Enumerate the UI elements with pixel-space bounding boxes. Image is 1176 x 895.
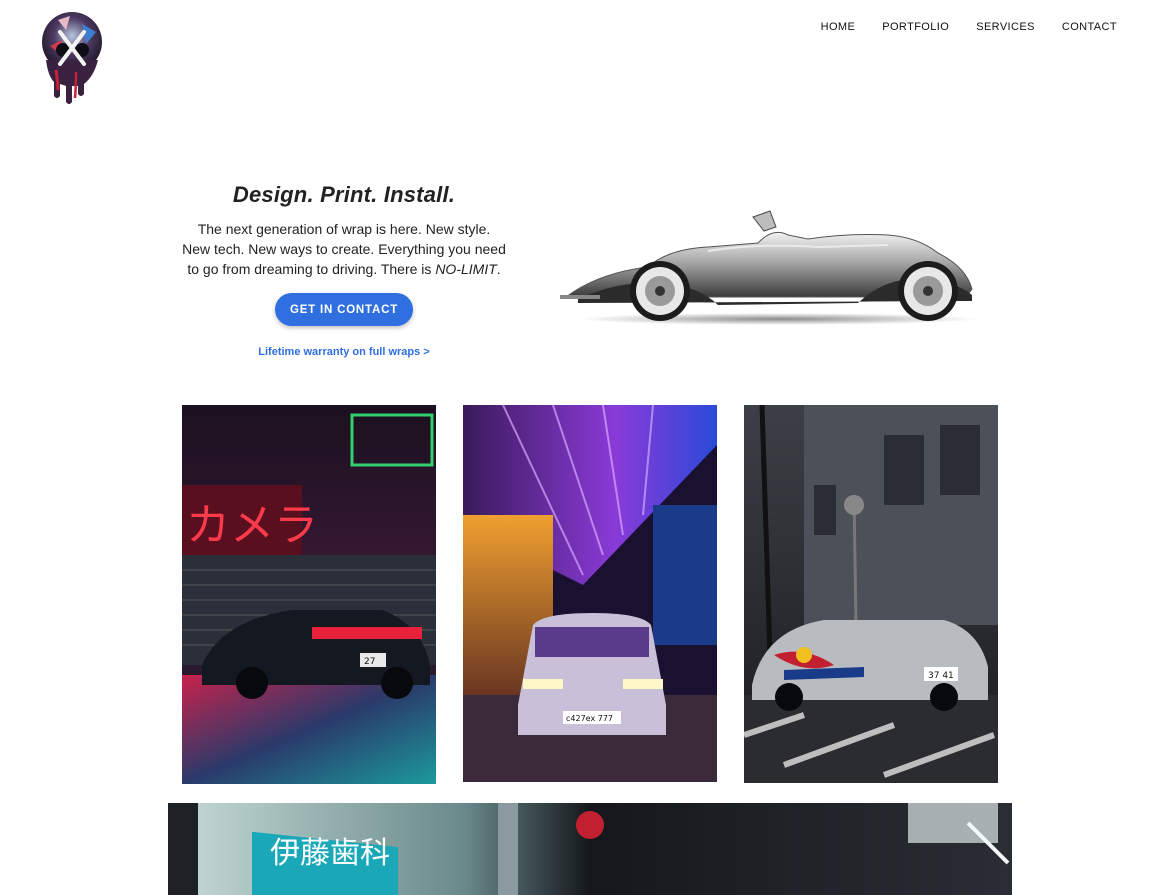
hero-body-line2: New tech. New ways to create. Everything… [182,241,506,257]
gallery-photo-livery-car[interactable]: 37 41 [744,405,998,783]
neon-sign-text: カメラ [186,500,318,551]
nav-portfolio-link[interactable]: PORTFOLIO [882,21,949,33]
hero-body-line3-prefix: to go from dreaming to driving. There is [187,261,436,277]
get-in-contact-button[interactable]: GET IN CONTACT [274,293,414,326]
nav-contact-link[interactable]: CONTACT [1062,21,1117,33]
warranty-link[interactable]: Lifetime warranty on full wraps > [176,346,512,358]
car-plate-2: c427ex 777 [566,714,613,723]
hero-description: The next generation of wrap is here. New… [176,219,512,279]
brand-logo[interactable] [38,10,106,108]
car-plate-3: 37 41 [928,671,954,681]
hero-section: Design. Print. Install. The next generat… [176,182,512,358]
bottom-banner-image: 伊藤歯科 [168,803,1012,895]
hero-body-line3-suffix: . [496,261,501,277]
nav-home-link[interactable]: HOME [821,21,856,33]
nav-services-link[interactable]: SERVICES [976,21,1035,33]
hero-title: Design. Print. Install. [232,182,456,207]
car-plate-1: 27 [364,657,375,667]
hero-car-image [558,205,978,330]
banner-sign-text: 伊藤歯科 [270,836,390,871]
hero-body-emphasis: NO-LIMIT [435,261,497,277]
gallery-photo-underpass[interactable]: c427ex 777 [463,405,717,782]
gallery-photo-neon-street[interactable]: カメラ 27 [182,405,436,784]
hero-body-line1: The next generation of wrap is here. New… [197,221,491,237]
dripping-skull-logo-icon [42,12,102,104]
main-nav: HOME PORTFOLIO SERVICES CONTACT [821,21,1117,33]
